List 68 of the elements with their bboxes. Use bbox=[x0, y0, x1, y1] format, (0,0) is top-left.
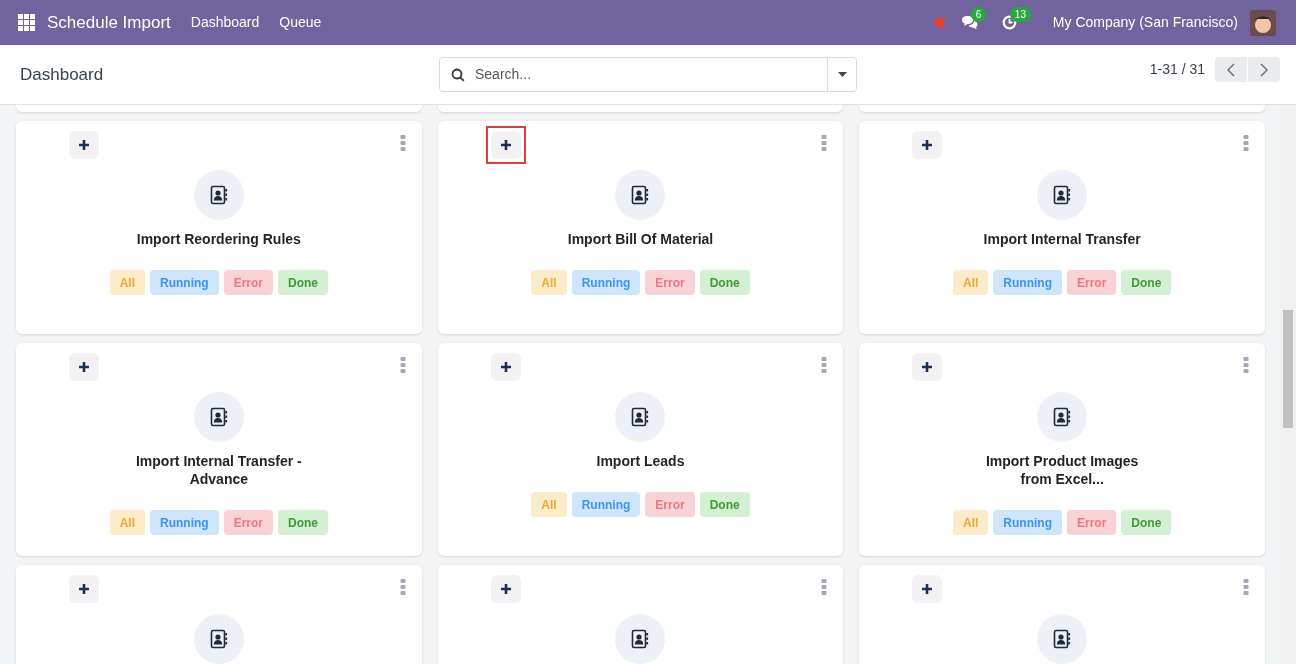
avatar-icon[interactable] bbox=[1250, 9, 1276, 36]
status-filter-tag[interactable]: Running bbox=[571, 492, 641, 517]
status-filter-tag[interactable]: Done bbox=[1121, 270, 1172, 295]
status-filter-tag[interactable]: Error bbox=[1067, 270, 1117, 295]
plus-icon bbox=[499, 139, 512, 151]
plus-icon bbox=[921, 361, 934, 373]
contact-book-icon bbox=[1052, 629, 1073, 649]
status-filter-tag[interactable]: Done bbox=[699, 492, 750, 517]
pager-value: 1-31 / 31 bbox=[1149, 60, 1205, 79]
card-title: Import Internal Transfer bbox=[982, 230, 1142, 248]
search-icon bbox=[451, 67, 465, 82]
status-filter-tag[interactable]: All bbox=[109, 270, 145, 295]
contact-book-icon bbox=[208, 407, 229, 427]
chevron-left-icon bbox=[1227, 62, 1235, 77]
plus-icon bbox=[78, 583, 90, 595]
menu-link[interactable]: Dashboard bbox=[190, 12, 260, 33]
status-filter-tag[interactable]: Running bbox=[993, 270, 1062, 295]
card-title: Import Reordering Rules bbox=[135, 230, 302, 248]
status-filter-tag[interactable]: Error bbox=[645, 270, 695, 295]
contact-book-icon bbox=[1052, 407, 1073, 427]
contact-book-icon bbox=[208, 185, 229, 205]
contact-book-icon bbox=[630, 407, 651, 427]
scrollbar[interactable] bbox=[1280, 105, 1296, 664]
card-title: Import Bill Of Material bbox=[566, 230, 715, 248]
status-filter-tag[interactable]: Error bbox=[645, 492, 695, 517]
plus-icon bbox=[78, 139, 90, 151]
status-filter-tag[interactable]: All bbox=[109, 510, 145, 535]
page-title: Dashboard bbox=[20, 63, 105, 86]
plus-icon bbox=[499, 583, 512, 595]
activity-count-badge: 13 bbox=[1009, 7, 1031, 22]
card-title: Import Internal Transfer - Advance bbox=[134, 452, 303, 488]
search-input[interactable]: Search... bbox=[475, 64, 827, 85]
contact-book-icon bbox=[630, 629, 651, 649]
status-filter-tag[interactable]: Done bbox=[1121, 510, 1172, 535]
status-filter-tag[interactable]: Error bbox=[223, 270, 273, 295]
plus-icon bbox=[921, 139, 934, 151]
status-filter-tag[interactable]: Done bbox=[699, 270, 750, 295]
add-button[interactable] bbox=[485, 126, 526, 164]
contact-book-icon bbox=[630, 185, 651, 205]
status-filter-tag[interactable]: All bbox=[953, 510, 989, 535]
company-name[interactable]: My Company (San Francisco) bbox=[1052, 12, 1238, 33]
status-filter-tag[interactable]: All bbox=[953, 270, 989, 295]
plus-icon bbox=[499, 361, 512, 373]
caret-icon[interactable] bbox=[837, 72, 847, 77]
menu-link[interactable]: Queue bbox=[279, 12, 322, 33]
plus-icon bbox=[921, 583, 934, 595]
status-filter-tag[interactable]: Error bbox=[1067, 510, 1117, 535]
plus-icon bbox=[78, 361, 90, 373]
app-grid-icon[interactable] bbox=[18, 14, 35, 31]
status-filter-tag[interactable]: Done bbox=[278, 510, 328, 535]
status-filter-tag[interactable]: Running bbox=[571, 270, 641, 295]
card-title: Import Product Images from Excel... bbox=[984, 452, 1140, 488]
status-filter-tag[interactable]: Done bbox=[278, 270, 328, 295]
clock-icon[interactable] bbox=[1001, 15, 1017, 30]
card-title: Import Leads bbox=[595, 452, 686, 470]
status-filter-tag[interactable]: All bbox=[531, 492, 567, 517]
status-filter-tag[interactable]: Error bbox=[223, 510, 273, 535]
status-filter-tag[interactable]: All bbox=[531, 270, 567, 295]
message-count-badge: 6 bbox=[970, 7, 987, 22]
chevron-right-icon bbox=[1260, 62, 1268, 77]
chat-icon[interactable] bbox=[960, 15, 978, 30]
search-field[interactable]: Search... bbox=[439, 57, 857, 92]
app-title: Schedule Import bbox=[47, 11, 171, 34]
contact-book-icon bbox=[208, 629, 229, 649]
status-filter-tag[interactable]: Running bbox=[993, 510, 1062, 535]
status-filter-tag[interactable]: Running bbox=[150, 510, 219, 535]
contact-book-icon bbox=[1052, 185, 1073, 205]
status-filter-tag[interactable]: Running bbox=[150, 270, 219, 295]
